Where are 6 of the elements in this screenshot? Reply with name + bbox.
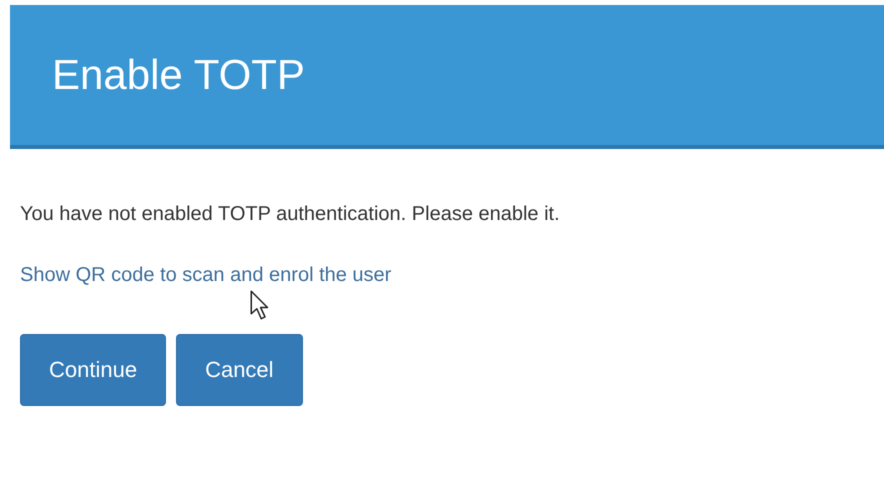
cancel-button[interactable]: Cancel bbox=[176, 334, 303, 406]
message-text: You have not enabled TOTP authentication. Please enable it. bbox=[20, 203, 561, 226]
page-title: Enable TOTP bbox=[52, 51, 305, 99]
continue-button[interactable]: Continue bbox=[20, 334, 166, 406]
mouse-cursor-icon bbox=[250, 290, 270, 320]
show-qr-link[interactable]: Show QR code to scan and enrol the user bbox=[20, 264, 392, 286]
